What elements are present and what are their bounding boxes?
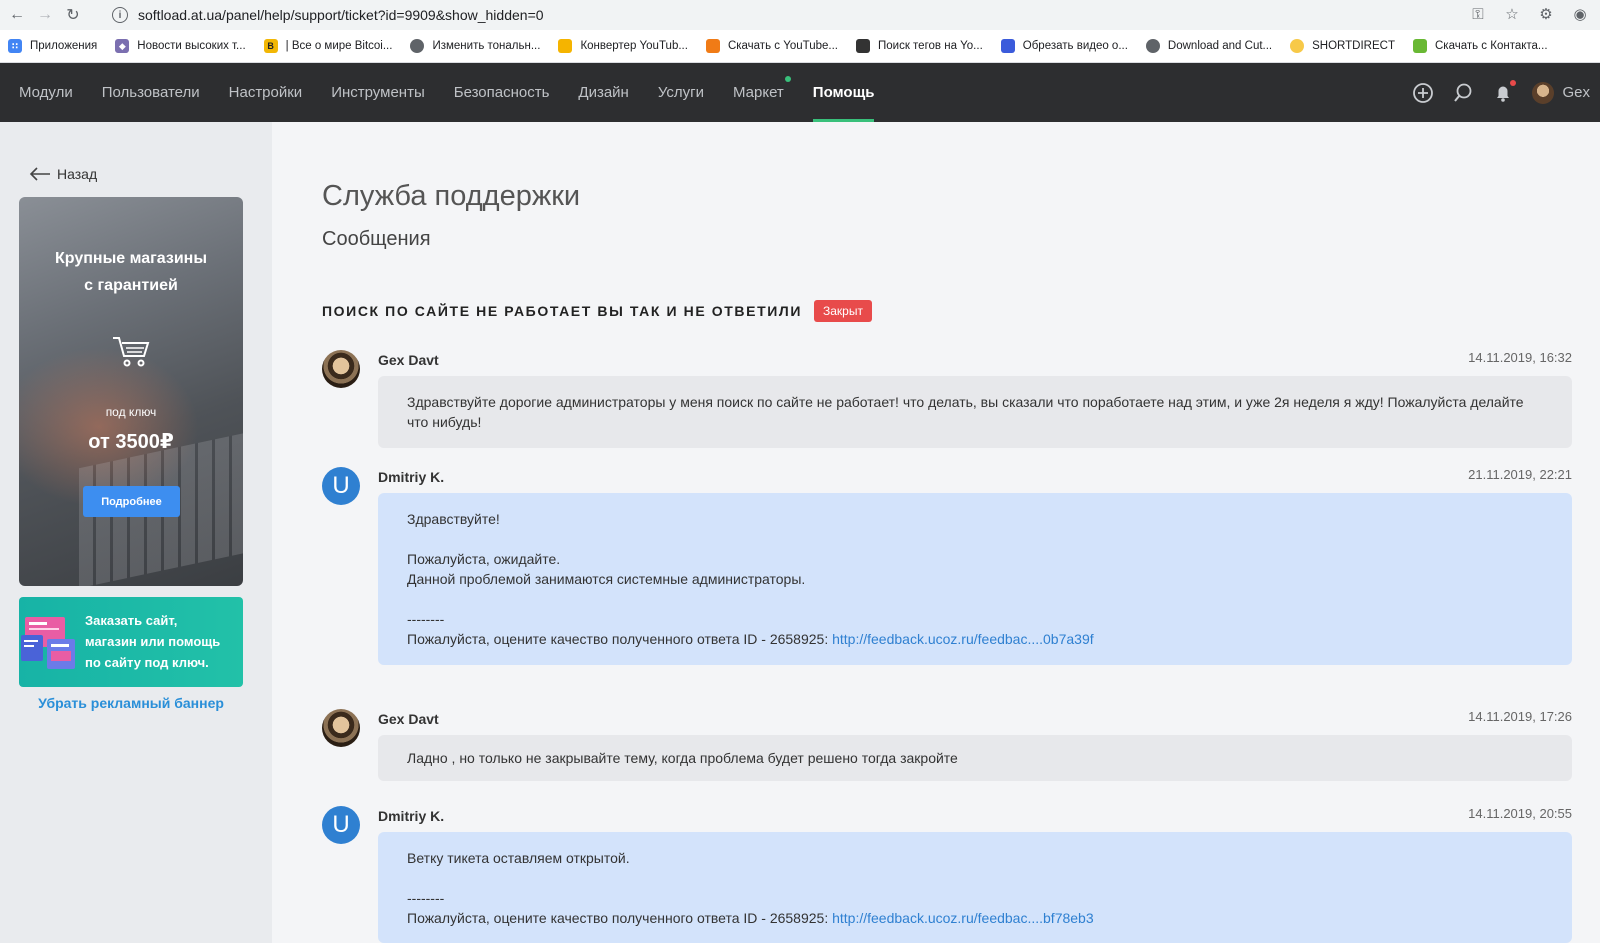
bookmark-item[interactable]: Конвертер YouTub... — [558, 39, 688, 53]
bookmark-item[interactable]: Скачать с Контакта... — [1412, 39, 1548, 53]
main-content: Служба поддержки Сообщения ПОИСК ПО САЙТ… — [272, 122, 1600, 943]
bookmark-favicon-icon — [705, 39, 720, 53]
bookmark-item[interactable]: ∷ Приложения — [8, 39, 97, 53]
app-header: Модули Пользователи Настройки Инструмент… — [0, 63, 1600, 122]
browser-toolbar: ← → ↻ i softload.at.ua/panel/help/suppor… — [0, 0, 1600, 30]
message-bubble: Здравствуйте дорогие администраторы у ме… — [378, 376, 1572, 448]
add-icon[interactable] — [1412, 82, 1434, 104]
message-time: 14.11.2019, 16:32 — [1468, 350, 1572, 365]
key-icon[interactable]: ⚿ — [1468, 4, 1488, 24]
bookmark-item[interactable]: ◆ Новости высоких т... — [115, 39, 246, 53]
status-badge: Закрыт — [813, 300, 872, 322]
bookmark-favicon-icon — [855, 39, 870, 53]
rating-line: Пожалуйста, оцените качество полученного… — [407, 631, 1094, 647]
menu-item-modules[interactable]: Модули — [19, 63, 73, 122]
menu-item-design[interactable]: Дизайн — [578, 63, 628, 122]
message-time: 14.11.2019, 20:55 — [1468, 806, 1572, 821]
order-site-text: Заказать сайт, магазин или помощь по сай… — [85, 613, 221, 670]
page-subtitle: Сообщения — [322, 228, 431, 250]
apps-icon: ∷ — [8, 39, 22, 53]
avatar[interactable] — [322, 350, 360, 388]
main-menu: Модули Пользователи Настройки Инструмент… — [19, 63, 903, 122]
avatar[interactable] — [322, 709, 360, 747]
promo-price: от 3500₽ — [88, 431, 174, 453]
menu-item-settings[interactable]: Настройки — [229, 63, 303, 122]
message-text: Здравствуйте! — [407, 511, 500, 527]
ticket-header: ПОИСК ПО САЙТЕ НЕ РАБОТАЕТ ВЫ ТАК И НЕ О… — [322, 300, 872, 322]
bookmark-favicon-icon — [1412, 39, 1427, 53]
back-arrow-icon[interactable]: ← — [6, 4, 28, 26]
rating-line: Пожалуйста, оцените качество полученного… — [407, 910, 1094, 926]
website-illustration-icon — [21, 617, 75, 669]
message-time: 21.11.2019, 22:21 — [1468, 467, 1572, 482]
globe-icon — [1145, 39, 1160, 53]
bookmark-favicon-icon: B — [263, 39, 278, 53]
order-site-banner[interactable]: Заказать сайт, магазин или помощь по сай… — [19, 597, 243, 687]
message-text: Данной проблемой занимаются системные ад… — [407, 571, 806, 587]
promo-banner[interactable]: Крупные магазины с гарантией под ключ от… — [19, 197, 243, 586]
menu-item-market[interactable]: Маркет — [733, 63, 791, 122]
menu-item-tools[interactable]: Инструменты — [331, 63, 425, 122]
bookmark-item[interactable]: Скачать с YouTube... — [705, 39, 838, 53]
message-text: Ветку тикета оставляем открытой. — [407, 850, 630, 866]
url-text: softload.at.ua/panel/help/support/ticket… — [138, 7, 544, 23]
message-author[interactable]: Gex Davt — [378, 352, 439, 368]
feedback-link[interactable]: http://feedback.ucoz.ru/feedbac....bf78e… — [832, 910, 1094, 926]
bookmark-favicon-icon — [1290, 39, 1305, 53]
user-name[interactable]: Gex — [1562, 84, 1590, 101]
bookmark-favicon-icon — [1000, 39, 1015, 53]
message-author[interactable]: Dmitriy K. — [378, 808, 444, 824]
new-indicator-dot — [784, 76, 791, 82]
bookmark-item[interactable]: Изменить тональн... — [410, 39, 540, 53]
message-text: Ладно , но только не закрывайте тему, ко… — [407, 750, 958, 766]
address-bar[interactable]: i softload.at.ua/panel/help/support/tick… — [104, 3, 1504, 27]
ticket-title: ПОИСК ПО САЙТЕ НЕ РАБОТАЕТ ВЫ ТАК И НЕ О… — [322, 303, 802, 319]
message-author[interactable]: Dmitriy K. — [378, 469, 444, 485]
bookmark-favicon-icon: ◆ — [115, 39, 130, 53]
remove-ad-link[interactable]: Убрать рекламный баннер — [0, 695, 262, 711]
bookmark-item[interactable]: B | Все о мире Bitcoi... — [263, 39, 392, 53]
bookmark-item[interactable]: Download and Cut... — [1145, 39, 1272, 53]
message-text: Здравствуйте дорогие администраторы у ме… — [407, 394, 1524, 430]
bookmark-item[interactable]: Обрезать видео о... — [1000, 39, 1128, 53]
bookmarks-bar: ∷ Приложения ◆ Новости высоких т... B | Все… — [0, 30, 1600, 63]
menu-item-users[interactable]: Пользователи — [102, 63, 200, 122]
promo-title: Крупные магазины с гарантией — [55, 250, 207, 294]
message-separator: -------- — [407, 611, 445, 627]
avatar[interactable]: U — [322, 806, 360, 844]
message-separator: -------- — [407, 890, 445, 906]
message-text: Пожалуйста, ожидайте. — [407, 551, 561, 567]
globe-icon — [410, 39, 425, 53]
sidebar: Назад Крупные магазины с гарантией под к… — [0, 122, 272, 943]
avatar[interactable]: U — [322, 467, 360, 505]
back-link[interactable]: Назад — [29, 166, 97, 182]
bookmark-item[interactable]: Поиск тегов на Yo... — [855, 39, 983, 53]
message-bubble: Ладно , но только не закрывайте тему, ко… — [378, 735, 1572, 781]
menu-item-security[interactable]: Безопасность — [454, 63, 550, 122]
user-avatar[interactable] — [1532, 81, 1555, 104]
star-icon[interactable]: ☆ — [1502, 4, 1522, 24]
search-icon[interactable] — [1452, 82, 1474, 104]
message-author[interactable]: Gex Davt — [378, 711, 439, 727]
forward-arrow-icon[interactable]: → — [34, 4, 56, 26]
arrow-left-icon — [29, 167, 50, 181]
promo-more-button[interactable]: Подробнее — [83, 486, 180, 517]
menu-item-help[interactable]: Помощь — [812, 63, 874, 122]
bell-icon[interactable] — [1492, 79, 1517, 104]
menu-item-services[interactable]: Услуги — [658, 63, 704, 122]
page-title: Служба поддержки — [322, 180, 581, 212]
bookmark-item[interactable]: SHORTDIRECT — [1290, 39, 1395, 53]
extension-icon[interactable]: ⚙ — [1536, 4, 1556, 24]
promo-subtitle: под ключ — [105, 405, 157, 419]
notification-dot — [1510, 79, 1517, 86]
reload-icon[interactable]: ↻ — [62, 4, 84, 26]
message-bubble: Ветку тикета оставляем открытой. -------… — [378, 832, 1572, 943]
message-time: 14.11.2019, 17:26 — [1468, 709, 1572, 724]
cart-icon — [113, 337, 150, 367]
profile-icon[interactable]: ◉ — [1570, 4, 1590, 24]
site-info-icon[interactable]: i — [112, 7, 128, 23]
bookmark-favicon-icon — [558, 39, 573, 53]
feedback-link[interactable]: http://feedback.ucoz.ru/feedbac....0b7a3… — [832, 631, 1094, 647]
message-bubble: Здравствуйте! Пожалуйста, ожидайте. Данн… — [378, 493, 1572, 665]
